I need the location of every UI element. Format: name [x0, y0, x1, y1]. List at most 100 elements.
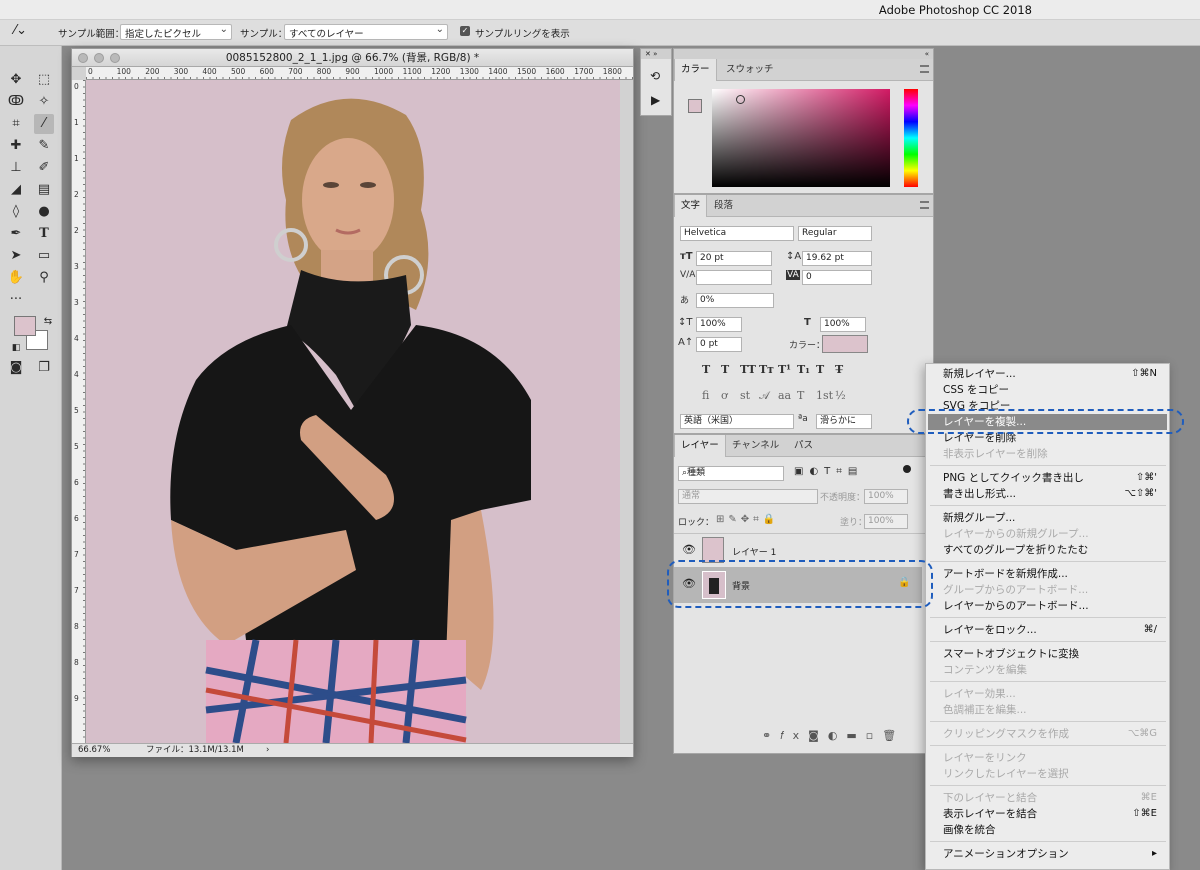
- vertical-scale-field[interactable]: 100%: [696, 317, 742, 332]
- path-select-icon[interactable]: ➤: [6, 246, 26, 266]
- panel-collapse-bar[interactable]: «: [674, 49, 933, 59]
- opentype-button[interactable]: ½: [835, 389, 846, 402]
- status-arrow-icon[interactable]: ›: [266, 744, 269, 757]
- menu-item[interactable]: 書き出し形式... ⌥⇧⌘': [943, 486, 1163, 502]
- layer-footer-icons[interactable]: ⚭𝑓x◙◐▬▫🗑: [762, 729, 905, 743]
- eyedropper-tool-icon[interactable]: ⁄: [34, 114, 54, 134]
- tab-swatches[interactable]: スウォッチ: [720, 59, 780, 81]
- menu-item[interactable]: 表示レイヤーを結合 ⇧⌘E: [943, 806, 1163, 822]
- filter-icons[interactable]: ▣◐T⌗▤: [794, 466, 863, 477]
- gradient-tool-icon[interactable]: ▤: [34, 180, 54, 200]
- color-picker-cursor[interactable]: [736, 95, 745, 104]
- color-field[interactable]: [712, 89, 890, 187]
- text-color-swatch[interactable]: [822, 335, 868, 353]
- tab-paragraph[interactable]: 段落: [708, 195, 739, 217]
- opentype-button[interactable]: ﬁ: [702, 389, 709, 402]
- text-style-button[interactable]: T̶: [835, 363, 843, 376]
- layer-filter-select[interactable]: ⌕種類: [678, 466, 784, 481]
- image-canvas[interactable]: [86, 80, 620, 743]
- fg-color-chip[interactable]: [688, 99, 702, 113]
- hand-tool-icon[interactable]: ✋: [6, 268, 26, 288]
- font-size-field[interactable]: 20 pt: [696, 251, 772, 266]
- sample-size-select[interactable]: 指定したピクセル: [120, 24, 232, 40]
- more-tools-icon[interactable]: ···: [6, 290, 26, 310]
- tab-character[interactable]: 文字: [674, 195, 708, 217]
- opentype-button[interactable]: st: [740, 389, 750, 402]
- menu-item[interactable]: アートボードを新規作成...: [943, 566, 1163, 582]
- tab-channels[interactable]: チャンネル: [726, 435, 785, 457]
- menu-item[interactable]: CSS をコピー: [943, 382, 1163, 398]
- language-select[interactable]: 英語（米国）: [680, 414, 794, 429]
- font-style-select[interactable]: Regular: [798, 226, 872, 241]
- hue-slider[interactable]: [904, 89, 918, 187]
- history-brush-icon[interactable]: ✐: [34, 158, 54, 178]
- menu-item[interactable]: すべてのグループを折りたたむ: [943, 542, 1163, 558]
- baseline-shift-field[interactable]: 0 pt: [696, 337, 742, 352]
- anti-alias-select[interactable]: 滑らかに: [816, 414, 872, 429]
- fill-field[interactable]: 100%: [864, 514, 908, 529]
- dodge-tool-icon[interactable]: ●: [34, 202, 54, 222]
- font-family-select[interactable]: Helvetica: [680, 226, 794, 241]
- pen-tool-icon[interactable]: ✒: [6, 224, 26, 244]
- healing-brush-icon[interactable]: ✚: [6, 136, 26, 156]
- menu-item[interactable]: アニメーションオプション ▸: [943, 846, 1163, 862]
- panel-menu-icon[interactable]: [920, 65, 929, 73]
- eyedropper-icon[interactable]: ⁄⌄: [14, 23, 27, 38]
- close-window-button[interactable]: [78, 53, 88, 63]
- panel-menu-icon[interactable]: [920, 201, 929, 209]
- menu-item[interactable]: 画像を統合: [943, 822, 1163, 838]
- brush-tool-icon[interactable]: ✎: [34, 136, 54, 156]
- play-action-icon[interactable]: ▶: [651, 93, 660, 107]
- opentype-button[interactable]: ơ: [721, 389, 728, 402]
- collapse-strip-icon[interactable]: ✕ »: [641, 49, 671, 59]
- tab-layers[interactable]: レイヤー: [674, 435, 726, 457]
- swap-colors-icon[interactable]: ⇆: [38, 312, 58, 332]
- opentype-button[interactable]: 𝒜: [759, 389, 769, 403]
- menu-item[interactable]: レイヤーからのアートボード...: [943, 598, 1163, 614]
- opentype-button[interactable]: 1st: [816, 389, 833, 402]
- tsume-field[interactable]: 0%: [696, 293, 774, 308]
- text-style-button[interactable]: T: [721, 363, 729, 376]
- menu-item[interactable]: レイヤーをロック... ⌘/: [943, 622, 1163, 638]
- zoom-window-button[interactable]: [110, 53, 120, 63]
- visibility-eye-icon[interactable]: 👁: [682, 543, 696, 556]
- text-style-button[interactable]: T: [816, 363, 824, 376]
- sample-select[interactable]: すべてのレイヤー: [284, 24, 448, 40]
- minimize-window-button[interactable]: [94, 53, 104, 63]
- horizontal-scale-field[interactable]: 100%: [820, 317, 866, 332]
- text-style-button[interactable]: T¹: [778, 363, 791, 376]
- eraser-tool-icon[interactable]: ◢: [6, 180, 26, 200]
- crop-tool-icon[interactable]: ⌗: [6, 114, 26, 134]
- text-style-button[interactable]: Tт: [759, 363, 774, 376]
- text-style-button[interactable]: TT: [740, 363, 756, 376]
- type-tool-icon[interactable]: T: [34, 224, 54, 244]
- opentype-button[interactable]: T: [797, 389, 804, 402]
- quick-mask-icon[interactable]: ◙: [6, 358, 26, 378]
- stamp-tool-icon[interactable]: ⊥: [6, 158, 26, 178]
- menu-item[interactable]: スマートオブジェクトに変換: [943, 646, 1163, 662]
- text-style-button[interactable]: T: [702, 363, 710, 376]
- screen-mode-icon[interactable]: ❐: [34, 358, 54, 378]
- opentype-button[interactable]: aa: [778, 389, 791, 402]
- history-icon[interactable]: ⟲: [650, 69, 660, 83]
- opacity-field[interactable]: 100%: [864, 489, 908, 504]
- marquee-tool-icon[interactable]: ⬚: [34, 70, 54, 90]
- show-ring-checkbox[interactable]: ✓: [460, 26, 470, 36]
- blend-mode-select[interactable]: 通常: [678, 489, 818, 504]
- menu-item[interactable]: 新規グループ...: [943, 510, 1163, 526]
- leading-field[interactable]: 19.62 pt: [802, 251, 872, 266]
- blur-tool-icon[interactable]: ◊: [6, 202, 26, 222]
- magic-wand-icon[interactable]: ✧: [34, 92, 54, 112]
- tab-paths[interactable]: パス: [788, 435, 819, 457]
- tracking-field[interactable]: 0: [802, 270, 872, 285]
- kerning-field[interactable]: [696, 270, 772, 285]
- default-colors-icon[interactable]: ◧: [6, 338, 26, 358]
- tab-color[interactable]: カラー: [674, 59, 717, 81]
- foreground-color-top[interactable]: [14, 316, 36, 336]
- text-style-button[interactable]: T₁: [797, 363, 810, 376]
- move-tool-icon[interactable]: ✥: [6, 70, 26, 90]
- filter-toggle[interactable]: [903, 465, 911, 473]
- menu-item[interactable]: 新規レイヤー... ⇧⌘N: [943, 366, 1163, 382]
- rectangle-tool-icon[interactable]: ▭: [34, 246, 54, 266]
- zoom-tool-icon[interactable]: ⚲: [34, 268, 54, 288]
